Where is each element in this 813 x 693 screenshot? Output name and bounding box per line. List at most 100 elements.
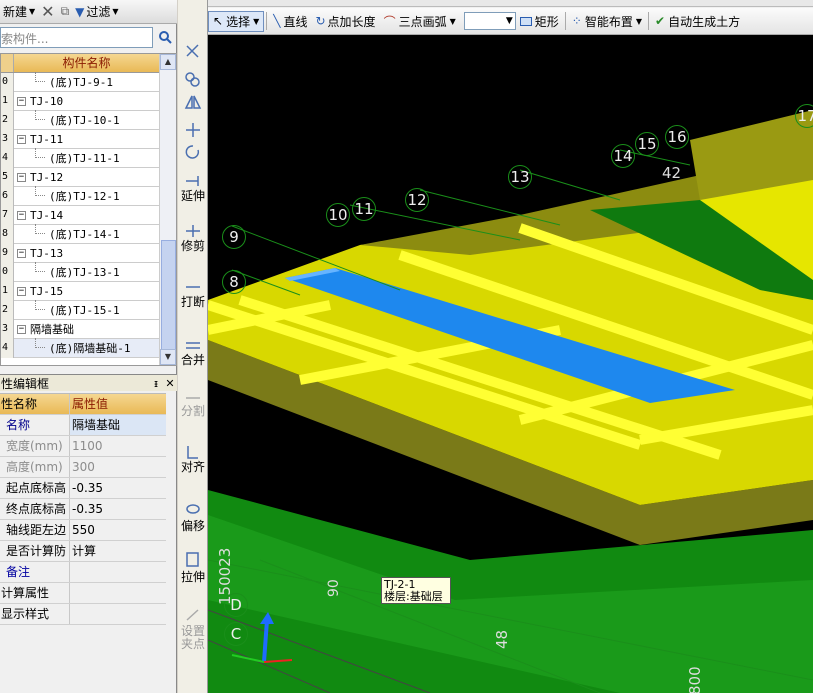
shape-select[interactable]: ▼ xyxy=(463,12,516,30)
property-name: 计算属性 xyxy=(0,583,70,603)
axis-gizmo xyxy=(231,612,292,663)
property-row[interactable]: 高度(mm) 300 xyxy=(0,457,166,478)
collapse-icon[interactable]: − xyxy=(17,172,26,182)
delete-button[interactable]: ✕ xyxy=(38,1,57,23)
merge-icon xyxy=(186,342,200,349)
search-icon xyxy=(159,31,172,44)
property-table: 性名称 属性值 名称 隔墙基础 宽度(mm) 1100 高度(mm) 300 起点底标高 -0… xyxy=(0,393,166,625)
new-button[interactable]: 新建 ▼ xyxy=(0,1,38,23)
3d-viewport[interactable]: 17 16 15 14 13 12 11 10 9 8 D C 42 150023 90 48 800 xyxy=(208,35,813,693)
list-item[interactable]: 1− TJ-10 xyxy=(1,91,159,111)
property-row[interactable]: 是否计算防 计算 xyxy=(0,541,166,562)
auto-earthwork-button[interactable]: ✔ 自动生成土方 xyxy=(651,10,744,32)
list-item[interactable]: 0 (底)TJ-9-1 xyxy=(1,72,159,92)
align-button[interactable]: 对齐 xyxy=(180,461,206,474)
break-button[interactable]: 打断 xyxy=(180,296,206,309)
list-item-label: TJ-15 xyxy=(30,284,64,298)
row-number: 5 xyxy=(1,167,14,187)
arc-label: 三点画弧 xyxy=(398,14,447,29)
list-item[interactable]: 2 (底)TJ-10-1 xyxy=(1,110,159,130)
dim-text-42: 42 xyxy=(662,164,682,182)
list-item[interactable]: 4 (底)TJ-11-1 xyxy=(1,148,159,168)
scroll-down-icon[interactable]: ▼ xyxy=(160,349,176,365)
trim-button[interactable]: 修剪 xyxy=(180,240,206,253)
property-name: 高度(mm) xyxy=(0,457,70,477)
smart-layout-button[interactable]: ⁘ 智能布置 ▼ xyxy=(568,10,646,32)
scroll-up-icon[interactable]: ▲ xyxy=(160,54,176,70)
select-button[interactable]: ↖ 选择 ▼ xyxy=(208,10,265,32)
list-item-label: (底)TJ-15-1 xyxy=(49,304,120,317)
list-item-label: TJ-12 xyxy=(30,170,64,184)
collapse-icon[interactable]: − xyxy=(17,210,26,220)
list-item[interactable]: 8 (底)TJ-14-1 xyxy=(1,224,159,244)
close-icon[interactable]: ✕ xyxy=(163,377,177,390)
property-row[interactable]: 计算属性 xyxy=(0,583,166,604)
stretch-button[interactable]: 拉伸 xyxy=(180,571,206,584)
list-item[interactable]: 7− TJ-14 xyxy=(1,205,159,225)
point-length-button[interactable]: ↻ 点加长度 xyxy=(311,10,379,32)
list-item[interactable]: 3− TJ-11 xyxy=(1,129,159,149)
property-name: 终点底标高 xyxy=(0,499,70,519)
property-value[interactable] xyxy=(70,562,166,582)
property-row[interactable]: 名称 隔墙基础 xyxy=(0,415,166,436)
pin-icon[interactable]: ᵻ xyxy=(149,377,163,390)
property-row[interactable]: 终点底标高 -0.35 xyxy=(0,499,166,520)
property-value[interactable]: 隔墙基础 xyxy=(70,415,166,435)
list-item[interactable]: 4 (底)隔墙基础-1 xyxy=(1,338,159,358)
model-render xyxy=(208,110,813,693)
merge-button[interactable]: 合并 xyxy=(180,354,206,367)
filter-button[interactable]: ▼ 过滤 ▼ xyxy=(72,1,121,23)
modify-toolbar: 延伸 修剪 打断 合并 分割 对齐 偏移 拉伸 设置夹点 xyxy=(178,0,208,693)
list-item[interactable]: 1− TJ-15 xyxy=(1,281,159,301)
rect-button[interactable]: 矩形 xyxy=(516,10,563,32)
line-button[interactable]: ╲ 直线 xyxy=(269,10,311,32)
collapse-icon[interactable]: − xyxy=(17,324,26,334)
arc-button[interactable]: ⌒ 三点画弧 ▼ xyxy=(380,10,460,32)
search-button[interactable] xyxy=(155,27,175,48)
collapse-icon[interactable]: − xyxy=(17,286,26,296)
property-value[interactable]: 550 xyxy=(70,520,166,540)
split-button[interactable]: 分割 xyxy=(180,405,206,418)
collapse-icon[interactable]: − xyxy=(17,96,26,106)
list-scrollbar[interactable]: ▲ ▼ xyxy=(159,54,176,365)
property-row[interactable]: 轴线距左边 550 xyxy=(0,520,166,541)
property-name-header: 性名称 xyxy=(0,394,70,414)
scroll-thumb[interactable] xyxy=(161,240,176,350)
property-value[interactable]: 300 xyxy=(70,457,166,477)
list-item[interactable]: 0 (底)TJ-13-1 xyxy=(1,262,159,282)
set-grip-button[interactable]: 设置夹点 xyxy=(180,625,206,651)
dim-text-48: 48 xyxy=(493,629,511,649)
list-item[interactable]: 9− TJ-13 xyxy=(1,243,159,263)
property-row[interactable]: 起点底标高 -0.35 xyxy=(0,478,166,499)
property-value[interactable]: -0.35 xyxy=(70,478,166,498)
property-panel-title: 性编辑框 xyxy=(1,376,50,391)
collapse-icon[interactable]: − xyxy=(17,134,26,144)
list-item[interactable]: 2 (底)TJ-15-1 xyxy=(1,300,159,320)
property-value[interactable]: 计算 xyxy=(70,541,166,561)
tree-line xyxy=(35,72,45,82)
rect-label: 矩形 xyxy=(534,14,559,29)
stretch-icon xyxy=(186,552,199,567)
list-item[interactable]: 3− 隔墙基础 xyxy=(1,319,159,339)
point-length-icon: ↻ xyxy=(315,14,326,28)
property-row[interactable]: 显示样式 xyxy=(0,604,166,625)
property-panel-header: 性编辑框 ᵻ ✕ xyxy=(0,374,177,391)
component-name-header: 构件名称 xyxy=(14,54,159,72)
row-number: 4 xyxy=(1,148,14,168)
property-value[interactable] xyxy=(70,604,166,624)
list-item[interactable]: 5− TJ-12 xyxy=(1,167,159,187)
property-value[interactable]: -0.35 xyxy=(70,499,166,519)
property-value[interactable] xyxy=(70,583,166,603)
property-row[interactable]: 备注 xyxy=(0,562,166,583)
property-row[interactable]: 宽度(mm) 1100 xyxy=(0,436,166,457)
offset-button[interactable]: 偏移 xyxy=(180,520,206,533)
property-value[interactable]: 1100 xyxy=(70,436,166,456)
search-input[interactable]: 索构件... xyxy=(0,26,153,48)
row-number-header xyxy=(1,54,14,72)
copy-icon: ⧉ xyxy=(60,4,70,18)
collapse-icon[interactable]: − xyxy=(17,248,26,258)
list-item[interactable]: 6 (底)TJ-12-1 xyxy=(1,186,159,206)
extend-button[interactable]: 延伸 xyxy=(180,190,206,203)
separator xyxy=(266,12,268,30)
copy-button[interactable]: ⧉ xyxy=(58,1,73,23)
